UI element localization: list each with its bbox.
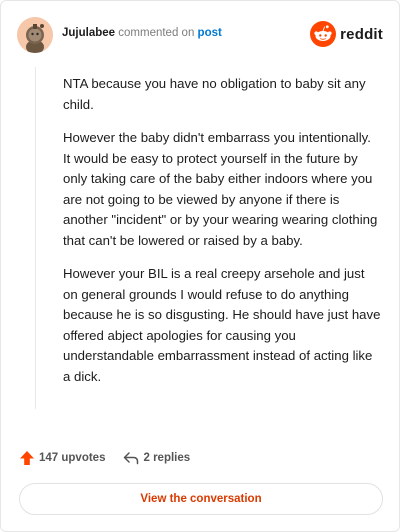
- comment-card: Jujulabee commented on post reddit NTA b…: [0, 0, 400, 532]
- username[interactable]: Jujulabee: [62, 27, 115, 39]
- reddit-snoo-icon: [310, 21, 337, 47]
- thread-line[interactable]: [35, 67, 36, 409]
- comment-paragraph-1: NTA because you have no obligation to ba…: [63, 76, 366, 112]
- comment-header: Jujulabee commented on post: [62, 27, 222, 39]
- reply-count: 2 replies: [143, 452, 191, 464]
- view-conversation-button[interactable]: View the conversation: [19, 483, 383, 515]
- reply-arrow-icon: [124, 452, 139, 465]
- reddit-logo[interactable]: reddit: [310, 21, 383, 47]
- upvote-arrow-icon: [20, 451, 34, 465]
- upvote-button[interactable]: 147 upvotes: [19, 450, 105, 466]
- replies-button[interactable]: 2 replies: [123, 451, 190, 465]
- post-link[interactable]: post: [198, 27, 222, 39]
- comment-paragraph-2: However the baby didn't embarrass you in…: [63, 130, 378, 248]
- action-text: commented on: [118, 27, 195, 39]
- user-avatar[interactable]: [17, 17, 53, 53]
- comment-footer: 147 upvotes 2 replies: [19, 450, 190, 466]
- avatar-icon: [17, 17, 53, 53]
- comment-body: NTA because you have no obligation to ba…: [63, 74, 381, 400]
- upvote-count: 147 upvotes: [39, 452, 106, 464]
- brand-name: reddit: [340, 25, 383, 43]
- comment-paragraph-3: However your BIL is a real creepy arseho…: [63, 266, 381, 384]
